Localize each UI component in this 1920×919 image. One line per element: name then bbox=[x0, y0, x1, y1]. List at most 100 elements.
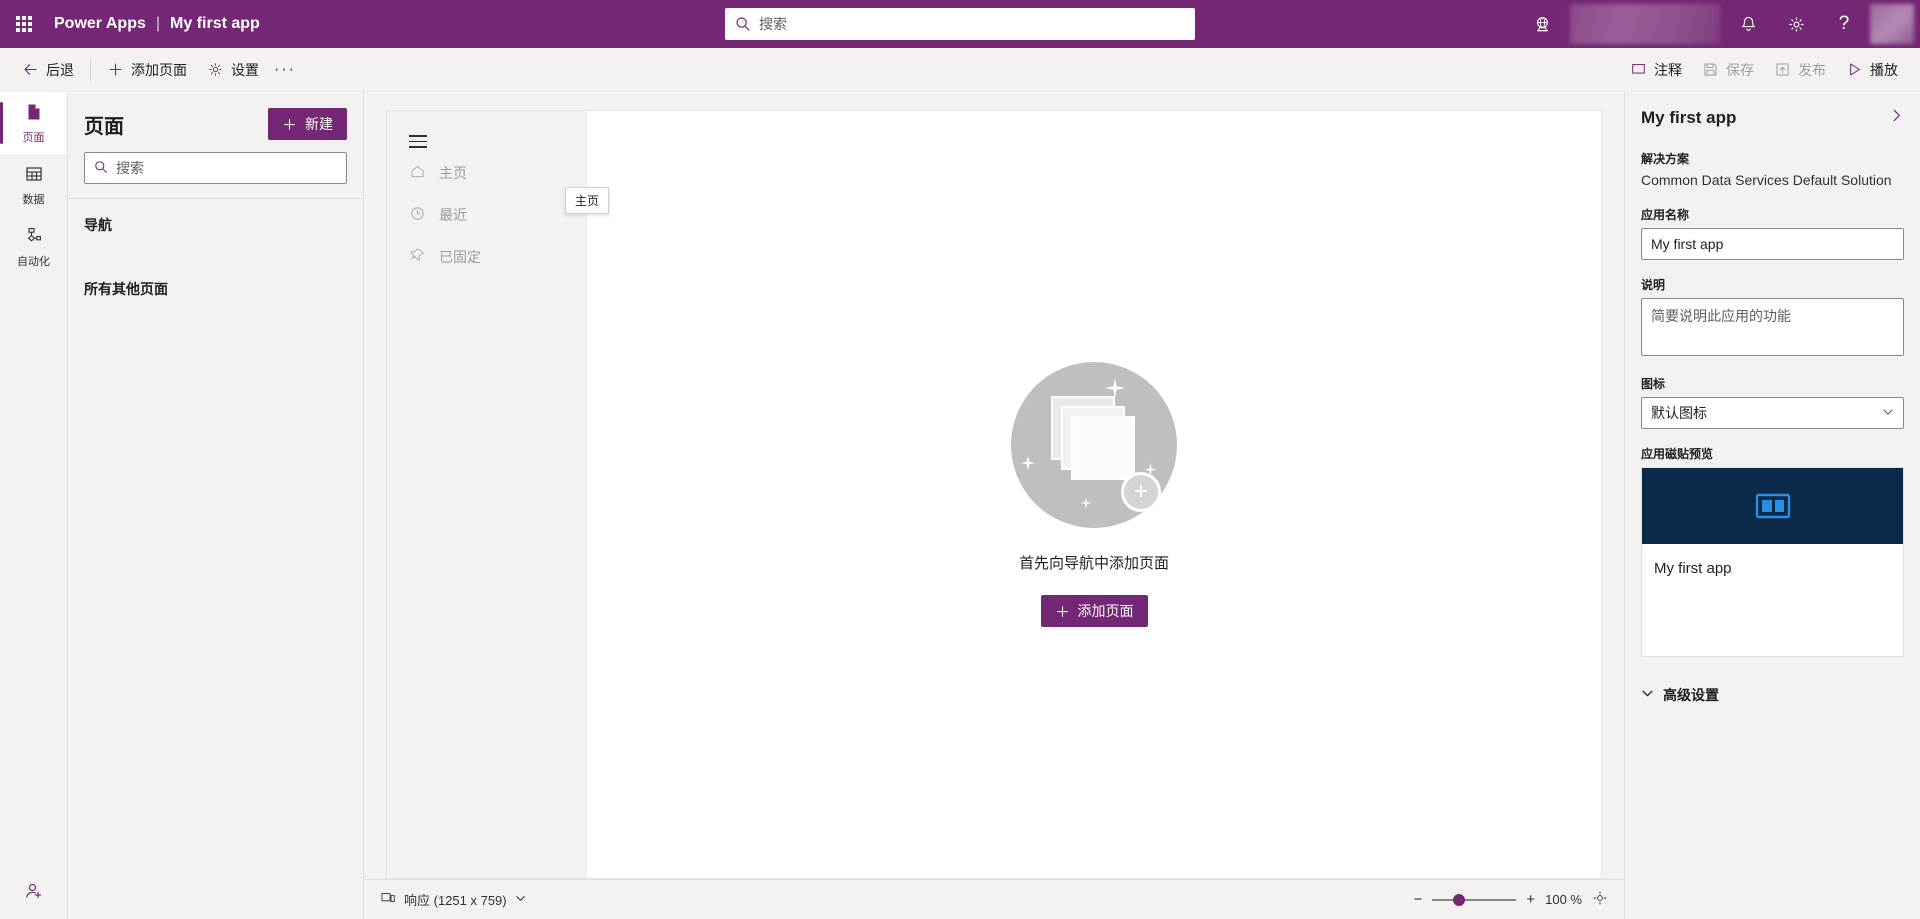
empty-state-add-page-label: 添加页面 bbox=[1077, 603, 1134, 619]
plus-icon bbox=[109, 63, 122, 76]
back-button[interactable]: 后退 bbox=[12, 54, 84, 86]
preview-nav-item-pinned[interactable]: 已固定 bbox=[387, 236, 586, 278]
zoom-level-label: 100 % bbox=[1545, 892, 1582, 907]
page-title: 页面 bbox=[84, 115, 124, 138]
preview-nav-home-label: 主页 bbox=[439, 164, 467, 181]
zoom-out-button[interactable]: − bbox=[1414, 891, 1423, 908]
sidebar-item-data-label: 数据 bbox=[22, 193, 45, 206]
icon-label: 图标 bbox=[1641, 377, 1666, 391]
home-icon bbox=[409, 163, 426, 183]
tile-top bbox=[1642, 468, 1903, 544]
publish-button[interactable]: 发布 bbox=[1764, 54, 1836, 86]
plus-icon bbox=[1056, 605, 1068, 617]
zoom-controls: − + 100 % bbox=[1414, 890, 1608, 909]
zoom-in-button[interactable]: + bbox=[1526, 891, 1535, 908]
header-actions: ? bbox=[1518, 0, 1920, 48]
play-icon bbox=[1850, 63, 1861, 76]
new-page-button[interactable]: 新建 bbox=[268, 108, 347, 140]
help-glyph: ? bbox=[1838, 13, 1850, 34]
publish-label: 发布 bbox=[1798, 61, 1826, 78]
plus-icon bbox=[284, 118, 295, 130]
sidebar-item-pages[interactable]: 页面 bbox=[0, 92, 67, 154]
screen-size-icon bbox=[380, 890, 396, 909]
sidebar-item-data[interactable]: 数据 bbox=[0, 154, 67, 216]
notifications-icon[interactable] bbox=[1724, 0, 1772, 48]
layout-selector[interactable]: 响应 (1251 x 759) bbox=[380, 890, 526, 909]
table-icon bbox=[24, 164, 44, 187]
zoom-slider-thumb[interactable] bbox=[1453, 893, 1466, 906]
more-commands-button[interactable]: ··· bbox=[269, 54, 301, 86]
status-bar: 响应 (1251 x 759) − + 100 % bbox=[364, 879, 1624, 919]
tooltip: 主页 bbox=[565, 187, 610, 214]
description-label: 说明 bbox=[1641, 278, 1666, 292]
settings-button[interactable]: 设置 bbox=[197, 54, 269, 86]
app-tile-preview: My first app bbox=[1641, 467, 1904, 657]
preview-nav-item-home[interactable]: 主页 bbox=[387, 152, 586, 194]
properties-header: My first app bbox=[1641, 108, 1904, 128]
hamburger-menu-icon[interactable] bbox=[387, 129, 586, 148]
properties-panel: My first app 解决方案 Common Data Services D… bbox=[1624, 92, 1920, 919]
advanced-settings-label: 高级设置 bbox=[1663, 687, 1719, 703]
fit-to-screen-icon[interactable] bbox=[1592, 890, 1608, 909]
properties-title: My first app bbox=[1641, 108, 1737, 127]
save-button[interactable]: 保存 bbox=[1692, 54, 1764, 86]
globe-icon[interactable] bbox=[1518, 0, 1566, 48]
toolbar-divider bbox=[90, 58, 91, 81]
command-bar: 后退 添加页面 设置 ··· 注释 保存 发布 播放 bbox=[0, 48, 1920, 92]
search-icon bbox=[94, 160, 108, 177]
preview-nav-item-recent[interactable]: 最近 bbox=[387, 194, 586, 236]
add-page-button[interactable]: 添加页面 bbox=[97, 54, 197, 86]
back-label: 后退 bbox=[46, 61, 74, 78]
empty-state-add-page-button[interactable]: 添加页面 bbox=[1040, 595, 1148, 627]
environment-selector[interactable] bbox=[1570, 4, 1720, 44]
clock-icon bbox=[409, 205, 426, 225]
layout-label: 响应 (1251 x 759) bbox=[404, 893, 507, 908]
search-icon bbox=[735, 16, 751, 32]
icon-dropdown[interactable]: 默认图标 bbox=[1641, 397, 1904, 429]
avatar[interactable] bbox=[1870, 4, 1914, 44]
chevron-right-icon[interactable] bbox=[1889, 108, 1904, 128]
global-search[interactable] bbox=[725, 8, 1195, 40]
global-search-input[interactable] bbox=[759, 16, 1185, 32]
navigation-section-header: 导航 bbox=[84, 217, 112, 233]
app-name-label: 应用名称 bbox=[1641, 208, 1690, 222]
canvas-stage: 主页 最近 已固定 主页 + 首先向导航中添加页面 添加页面 bbox=[364, 92, 1624, 879]
flow-icon bbox=[24, 226, 44, 249]
play-label: 播放 bbox=[1870, 61, 1898, 78]
app-name-field-group: 应用名称 bbox=[1641, 206, 1904, 260]
description-textarea[interactable] bbox=[1641, 298, 1904, 356]
chevron-down-icon[interactable] bbox=[515, 892, 526, 907]
arrow-left-icon bbox=[24, 64, 37, 75]
description-field-group: 说明 bbox=[1641, 276, 1904, 359]
pages-search[interactable] bbox=[68, 152, 363, 198]
tile-app-name: My first app bbox=[1654, 560, 1732, 577]
play-button[interactable]: 播放 bbox=[1836, 54, 1908, 86]
user-account-icon[interactable] bbox=[0, 863, 67, 919]
save-label: 保存 bbox=[1726, 61, 1754, 78]
preview-nav-recent-label: 最近 bbox=[439, 206, 467, 223]
zoom-slider[interactable] bbox=[1432, 893, 1517, 907]
preview-navigation: 主页 最近 已固定 bbox=[387, 111, 587, 878]
help-icon[interactable]: ? bbox=[1820, 0, 1868, 48]
chevron-down-icon bbox=[1882, 405, 1894, 421]
brand-name[interactable]: Power Apps bbox=[54, 15, 146, 33]
other-pages-section-header: 所有其他页面 bbox=[84, 281, 168, 297]
page-icon bbox=[24, 102, 44, 125]
app-preview: 主页 最近 已固定 主页 + 首先向导航中添加页面 添加页面 bbox=[386, 110, 1602, 879]
comments-button[interactable]: 注释 bbox=[1620, 54, 1692, 86]
command-bar-right: 注释 保存 发布 播放 bbox=[1620, 54, 1908, 86]
sidebar-item-automation[interactable]: 自动化 bbox=[0, 216, 67, 278]
app-name-input[interactable] bbox=[1641, 228, 1904, 260]
empty-state-text: 首先向导航中添加页面 bbox=[1018, 555, 1169, 572]
app-launcher-icon[interactable] bbox=[0, 0, 48, 48]
more-glyph: ··· bbox=[274, 60, 296, 78]
save-icon bbox=[1704, 63, 1717, 76]
tile-preview-label: 应用磁贴预览 bbox=[1641, 447, 1714, 461]
settings-icon[interactable] bbox=[1772, 0, 1820, 48]
sidebar-item-pages-label: 页面 bbox=[22, 131, 45, 144]
advanced-settings-toggle[interactable]: 高级设置 bbox=[1641, 677, 1904, 725]
app-header: Power Apps | My first app ? bbox=[0, 0, 1920, 48]
pages-search-input[interactable] bbox=[116, 160, 337, 176]
solution-label: 解决方案 bbox=[1641, 152, 1690, 166]
chevron-down-icon bbox=[1641, 687, 1654, 703]
